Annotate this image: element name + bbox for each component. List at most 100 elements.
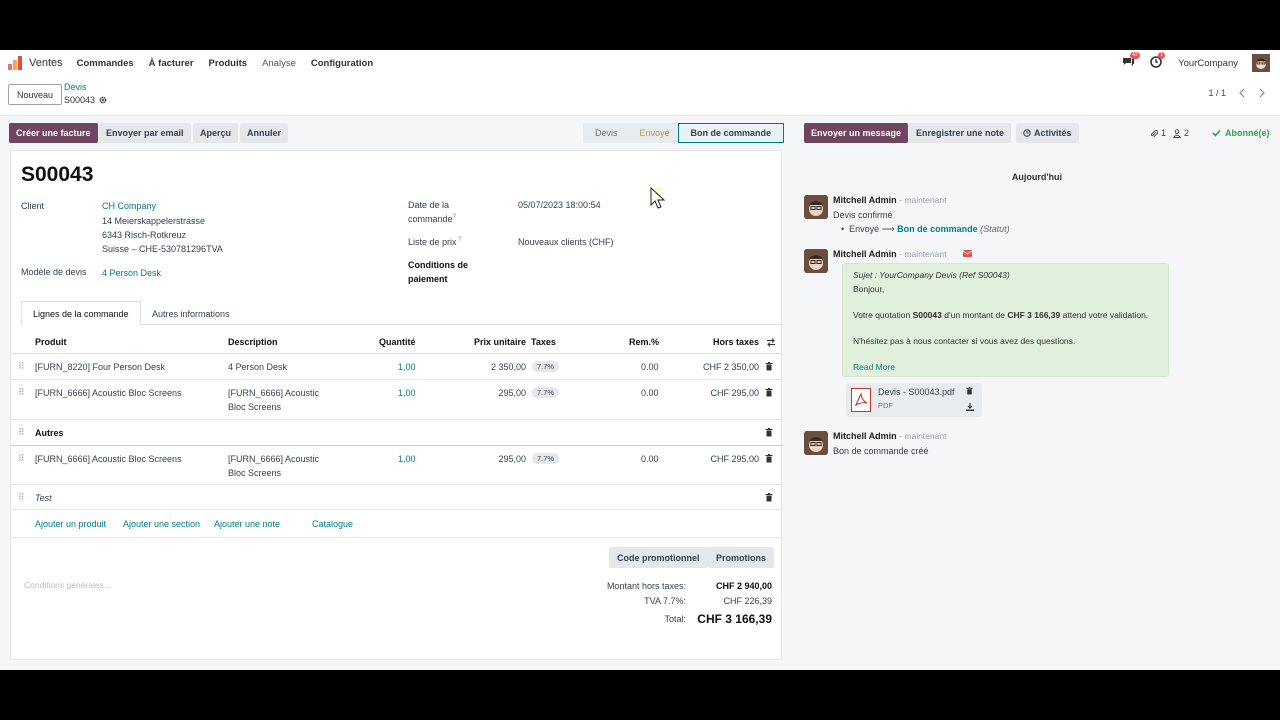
drag-handle-icon[interactable]: ⠿	[18, 387, 25, 398]
add-product-link[interactable]: Ajouter un produit	[35, 519, 106, 529]
customer-name[interactable]: CH Company	[102, 201, 156, 211]
send-message-button[interactable]: Envoyer un message	[804, 123, 909, 143]
trash-icon[interactable]	[765, 428, 773, 437]
envelope-icon[interactable]	[963, 250, 972, 257]
table-row[interactable]: ⠿ [FURN_6666] Acoustic Bloc Screens [FUR…	[11, 380, 783, 420]
trash-icon[interactable]	[765, 362, 773, 371]
app-brand[interactable]: Ventes	[8, 56, 77, 70]
drag-handle-icon[interactable]: ⠿	[18, 427, 25, 438]
row-quantity: 1,00	[398, 362, 416, 372]
promotions-button[interactable]: Promotions	[708, 547, 775, 568]
help-icon[interactable]: ?	[453, 214, 456, 220]
user-avatar[interactable]	[1252, 54, 1270, 72]
catalog-link[interactable]: Catalogue	[312, 519, 353, 529]
message-author[interactable]: Mitchell Admin - maintenant	[833, 249, 946, 259]
column-settings-icon[interactable]	[766, 338, 776, 347]
chevron-right-icon[interactable]	[1258, 88, 1266, 98]
send-email-button[interactable]: Envoyer par email	[99, 123, 191, 143]
new-button[interactable]: Nouveau	[8, 84, 63, 105]
trash-icon[interactable]	[966, 387, 973, 395]
row-quantity: 1,00	[398, 454, 416, 464]
template-field[interactable]: 4 Person Desk	[102, 268, 161, 278]
activity-clock-icon[interactable]: 1	[1150, 52, 1165, 70]
menu-commandes[interactable]: Commandes	[77, 58, 134, 69]
table-row[interactable]: ⠿ [FURN_6666] Acoustic Bloc Screens [FUR…	[11, 446, 783, 485]
customer-label: Client	[21, 201, 45, 211]
col-quantity[interactable]: Quantité	[379, 337, 416, 347]
download-icon[interactable]	[966, 403, 974, 411]
drag-handle-icon[interactable]: ⠿	[18, 492, 25, 503]
date-separator: Aujourd'hui	[794, 172, 1280, 182]
row-description-line2: Bloc Screens	[228, 402, 282, 412]
help-icon[interactable]: ?	[457, 237, 461, 243]
col-subtotal[interactable]: Hors taxes	[713, 337, 759, 347]
col-unit-price[interactable]: Prix unitaire	[474, 337, 526, 347]
company-switcher[interactable]: YourCompany	[1178, 58, 1238, 69]
col-product[interactable]: Produit	[35, 337, 67, 347]
terms-field[interactable]: Conditions générales...	[24, 580, 111, 590]
activities-button[interactable]: Activités	[1016, 123, 1079, 143]
trash-icon[interactable]	[765, 454, 773, 463]
drag-handle-icon[interactable]: ⠿	[18, 361, 25, 372]
message-author[interactable]: Mitchell Admin - maintenant	[833, 431, 946, 441]
menu-a-facturer[interactable]: À facturer	[149, 58, 194, 69]
odoo-app: Ventes Commandes À facturer Produits Ana…	[0, 50, 1280, 670]
drag-handle-icon[interactable]: ⠿	[18, 453, 25, 464]
menu-configuration[interactable]: Configuration	[311, 58, 373, 69]
log-note-button[interactable]: Enregistrer une note	[909, 123, 1012, 143]
pager-value[interactable]: 1 / 1	[1208, 88, 1226, 98]
read-more-link[interactable]: Read More	[853, 362, 895, 372]
author-avatar[interactable]	[804, 249, 828, 273]
paperclip-icon	[1150, 129, 1158, 137]
attachment-card[interactable]: Devis - S00043.pdf PDF	[846, 383, 982, 417]
vat-value: CHF 226,39	[723, 596, 772, 606]
stage-bon-de-commande[interactable]: Bon de commande	[677, 123, 785, 143]
sales-app-icon	[8, 56, 22, 70]
followers-counter[interactable]: 2	[1173, 128, 1189, 138]
divider	[11, 537, 783, 538]
col-taxes[interactable]: Taxes	[531, 337, 556, 347]
message-time: - maintenant	[899, 431, 947, 441]
gear-icon[interactable]	[99, 96, 107, 104]
date-label-text: commande	[408, 214, 453, 224]
table-row[interactable]: ⠿ [FURN_8220] Four Person Desk 4 Person …	[11, 354, 783, 380]
note-row[interactable]: ⠿ Test	[11, 485, 783, 510]
col-discount[interactable]: Rem.%	[629, 337, 659, 347]
promo-code-button[interactable]: Code promotionnel	[609, 547, 708, 568]
add-section-link[interactable]: Ajouter une section	[123, 519, 200, 529]
message-author[interactable]: Mitchell Admin - maintenant	[833, 195, 946, 205]
cancel-button[interactable]: Annuler	[240, 123, 289, 143]
activity-badge: 1	[1158, 52, 1165, 59]
author-avatar[interactable]	[804, 431, 828, 455]
clock-icon	[1023, 129, 1031, 137]
subscribed-button[interactable]: Abonné(e)	[1212, 128, 1270, 138]
row-quantity: 1,00	[398, 388, 416, 398]
add-note-link[interactable]: Ajouter une note	[214, 519, 280, 529]
section-row[interactable]: ⠿ Autres	[11, 420, 783, 446]
attachments-counter[interactable]: 1	[1150, 128, 1166, 138]
tab-order-lines[interactable]: Lignes de la commande	[21, 301, 141, 326]
date-order-field[interactable]: 05/07/2023 18:00:54	[518, 200, 601, 210]
breadcrumb-parent[interactable]: Devis	[64, 82, 87, 92]
chevron-left-icon[interactable]	[1238, 88, 1246, 98]
preview-button[interactable]: Aperçu	[193, 123, 239, 143]
pricelist-field[interactable]: Nouveaux clients (CHF)	[518, 237, 614, 247]
menu-analyse[interactable]: Analyse	[262, 58, 296, 69]
row-product: [FURN_6666] Acoustic Bloc Screens	[35, 454, 182, 464]
col-description[interactable]: Description	[228, 337, 278, 347]
tab-other-info[interactable]: Autres informations	[141, 301, 241, 326]
create-invoice-button[interactable]: Créer une facture	[9, 123, 98, 143]
email-body-line: Votre quotation S00043 d'un montant de C…	[853, 310, 1148, 320]
activities-label: Activités	[1034, 128, 1072, 138]
chat-icon[interactable]: 43	[1122, 52, 1140, 70]
stage-envoye[interactable]: Envoyé	[629, 123, 678, 143]
trash-icon[interactable]	[765, 388, 773, 397]
section-label: Autres	[35, 428, 64, 438]
menu-produits[interactable]: Produits	[209, 58, 248, 69]
untaxed-value: CHF 2 940,00	[715, 581, 772, 591]
trash-icon[interactable]	[765, 493, 773, 502]
message-time: - maintenant	[899, 195, 947, 205]
stage-devis[interactable]: Devis	[583, 123, 630, 143]
email-body-amount: CHF 3 166,39	[1007, 310, 1061, 320]
author-avatar[interactable]	[804, 195, 828, 219]
